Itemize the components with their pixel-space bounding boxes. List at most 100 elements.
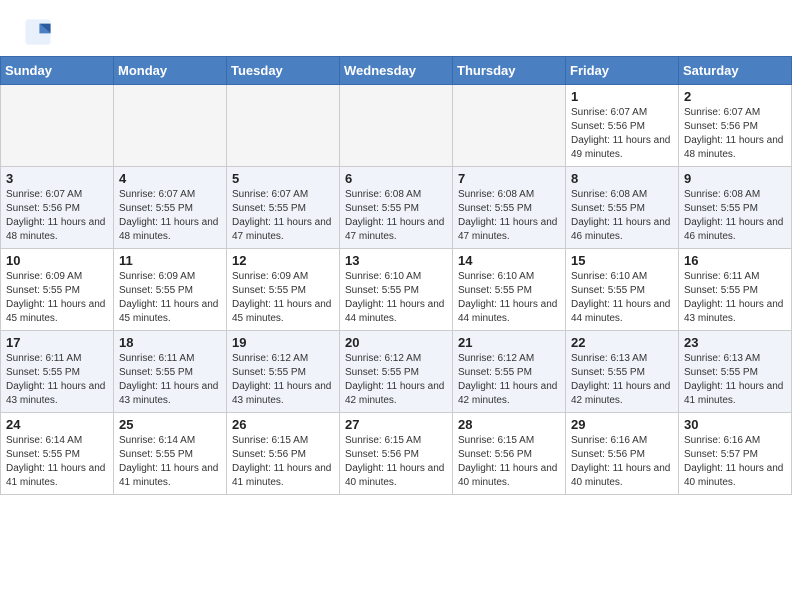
day-info: Sunrise: 6:15 AM Sunset: 5:56 PM Dayligh…	[232, 434, 334, 490]
day-info: Sunrise: 6:07 AM Sunset: 5:56 PM Dayligh…	[571, 106, 673, 162]
day-number: 19	[232, 335, 334, 350]
day-number: 14	[458, 253, 560, 268]
day-info: Sunrise: 6:11 AM Sunset: 5:55 PM Dayligh…	[6, 352, 108, 408]
calendar-cell: 27Sunrise: 6:15 AM Sunset: 5:56 PM Dayli…	[340, 413, 453, 495]
calendar-body: 1Sunrise: 6:07 AM Sunset: 5:56 PM Daylig…	[1, 85, 792, 495]
weekday-saturday: Saturday	[679, 57, 792, 85]
calendar-cell: 16 Sunrise: 6:11 AM Sunset: 5:55 PM Dayli…	[679, 249, 792, 331]
calendar-cell: 11 Sunrise: 6:09 AM Sunset: 5:55 PM Dayli…	[114, 249, 227, 331]
calendar-week-1: 1Sunrise: 6:07 AM Sunset: 5:56 PM Daylig…	[1, 85, 792, 167]
weekday-friday: Friday	[566, 57, 679, 85]
day-number: 24	[6, 417, 108, 432]
calendar-cell: 13 Sunrise: 6:10 AM Sunset: 5:55 PM Dayli…	[340, 249, 453, 331]
day-info: Sunrise: 6:09 AM Sunset: 5:55 PM Dayligh…	[232, 270, 334, 326]
calendar-cell: 15 Sunrise: 6:10 AM Sunset: 5:55 PM Dayli…	[566, 249, 679, 331]
calendar-cell: 21 Sunrise: 6:12 AM Sunset: 5:55 PM Dayli…	[453, 331, 566, 413]
day-number: 16	[684, 253, 786, 268]
day-number: 9	[684, 171, 786, 186]
day-info: Sunrise: 6:11 AM Sunset: 5:55 PM Dayligh…	[119, 352, 221, 408]
day-info: Sunrise: 6:12 AM Sunset: 5:55 PM Dayligh…	[232, 352, 334, 408]
calendar-cell: 6Sunrise: 6:08 AM Sunset: 5:55 PM Daylig…	[340, 167, 453, 249]
day-number: 3	[6, 171, 108, 186]
calendar-table: SundayMondayTuesdayWednesdayThursdayFrid…	[0, 56, 792, 495]
day-info: Sunrise: 6:14 AM Sunset: 5:55 PM Dayligh…	[119, 434, 221, 490]
calendar-cell: 2 Sunrise: 6:07 AM Sunset: 5:56 PM Daylig…	[679, 85, 792, 167]
day-number: 25	[119, 417, 221, 432]
calendar-cell: 26 Sunrise: 6:15 AM Sunset: 5:56 PM Dayli…	[227, 413, 340, 495]
calendar-cell: 1Sunrise: 6:07 AM Sunset: 5:56 PM Daylig…	[566, 85, 679, 167]
weekday-wednesday: Wednesday	[340, 57, 453, 85]
day-info: Sunrise: 6:08 AM Sunset: 5:55 PM Dayligh…	[345, 188, 447, 244]
weekday-header-row: SundayMondayTuesdayWednesdayThursdayFrid…	[1, 57, 792, 85]
day-info: Sunrise: 6:10 AM Sunset: 5:55 PM Dayligh…	[345, 270, 447, 326]
calendar-cell: 19 Sunrise: 6:12 AM Sunset: 5:55 PM Dayli…	[227, 331, 340, 413]
calendar-cell: 7 Sunrise: 6:08 AM Sunset: 5:55 PM Daylig…	[453, 167, 566, 249]
day-info: Sunrise: 6:13 AM Sunset: 5:55 PM Dayligh…	[571, 352, 673, 408]
logo	[24, 18, 56, 46]
day-info: Sunrise: 6:08 AM Sunset: 5:55 PM Dayligh…	[458, 188, 560, 244]
day-number: 18	[119, 335, 221, 350]
calendar-cell: 4 Sunrise: 6:07 AM Sunset: 5:55 PM Daylig…	[114, 167, 227, 249]
day-number: 4	[119, 171, 221, 186]
calendar-cell: 25 Sunrise: 6:14 AM Sunset: 5:55 PM Dayli…	[114, 413, 227, 495]
calendar-cell: 10 Sunrise: 6:09 AM Sunset: 5:55 PM Dayli…	[1, 249, 114, 331]
calendar-cell: 28 Sunrise: 6:15 AM Sunset: 5:56 PM Dayli…	[453, 413, 566, 495]
day-number: 12	[232, 253, 334, 268]
day-number: 30	[684, 417, 786, 432]
calendar-cell: 29 Sunrise: 6:16 AM Sunset: 5:56 PM Dayli…	[566, 413, 679, 495]
day-info: Sunrise: 6:09 AM Sunset: 5:55 PM Dayligh…	[6, 270, 108, 326]
calendar-cell: 9 Sunrise: 6:08 AM Sunset: 5:55 PM Daylig…	[679, 167, 792, 249]
day-info: Sunrise: 6:10 AM Sunset: 5:55 PM Dayligh…	[571, 270, 673, 326]
calendar-cell: 12 Sunrise: 6:09 AM Sunset: 5:55 PM Dayli…	[227, 249, 340, 331]
calendar-cell	[227, 85, 340, 167]
day-info: Sunrise: 6:09 AM Sunset: 5:55 PM Dayligh…	[119, 270, 221, 326]
calendar-cell: 30 Sunrise: 6:16 AM Sunset: 5:57 PM Dayli…	[679, 413, 792, 495]
calendar-cell: 22 Sunrise: 6:13 AM Sunset: 5:55 PM Dayli…	[566, 331, 679, 413]
day-info: Sunrise: 6:11 AM Sunset: 5:55 PM Dayligh…	[684, 270, 786, 326]
calendar-cell: 23 Sunrise: 6:13 AM Sunset: 5:55 PM Dayli…	[679, 331, 792, 413]
calendar-week-3: 10 Sunrise: 6:09 AM Sunset: 5:55 PM Dayli…	[1, 249, 792, 331]
calendar-cell	[453, 85, 566, 167]
day-info: Sunrise: 6:13 AM Sunset: 5:55 PM Dayligh…	[684, 352, 786, 408]
day-info: Sunrise: 6:07 AM Sunset: 5:56 PM Dayligh…	[6, 188, 108, 244]
weekday-sunday: Sunday	[1, 57, 114, 85]
day-number: 22	[571, 335, 673, 350]
logo-icon	[24, 18, 52, 46]
day-info: Sunrise: 6:16 AM Sunset: 5:57 PM Dayligh…	[684, 434, 786, 490]
day-number: 11	[119, 253, 221, 268]
day-number: 20	[345, 335, 447, 350]
day-number: 8	[571, 171, 673, 186]
day-number: 21	[458, 335, 560, 350]
day-info: Sunrise: 6:15 AM Sunset: 5:56 PM Dayligh…	[458, 434, 560, 490]
day-number: 13	[345, 253, 447, 268]
calendar-cell: 8 Sunrise: 6:08 AM Sunset: 5:55 PM Daylig…	[566, 167, 679, 249]
calendar-cell	[1, 85, 114, 167]
day-number: 7	[458, 171, 560, 186]
day-number: 2	[684, 89, 786, 104]
calendar-cell: 24 Sunrise: 6:14 AM Sunset: 5:55 PM Dayli…	[1, 413, 114, 495]
calendar-cell: 14Sunrise: 6:10 AM Sunset: 5:55 PM Dayli…	[453, 249, 566, 331]
day-info: Sunrise: 6:16 AM Sunset: 5:56 PM Dayligh…	[571, 434, 673, 490]
day-info: Sunrise: 6:07 AM Sunset: 5:55 PM Dayligh…	[232, 188, 334, 244]
calendar-cell: 18 Sunrise: 6:11 AM Sunset: 5:55 PM Dayli…	[114, 331, 227, 413]
day-number: 15	[571, 253, 673, 268]
day-number: 26	[232, 417, 334, 432]
calendar-cell	[340, 85, 453, 167]
weekday-monday: Monday	[114, 57, 227, 85]
calendar-cell: 3 Sunrise: 6:07 AM Sunset: 5:56 PM Daylig…	[1, 167, 114, 249]
day-number: 27	[345, 417, 447, 432]
day-number: 23	[684, 335, 786, 350]
day-info: Sunrise: 6:07 AM Sunset: 5:55 PM Dayligh…	[119, 188, 221, 244]
day-number: 10	[6, 253, 108, 268]
weekday-tuesday: Tuesday	[227, 57, 340, 85]
day-number: 17	[6, 335, 108, 350]
day-info: Sunrise: 6:14 AM Sunset: 5:55 PM Dayligh…	[6, 434, 108, 490]
calendar-cell	[114, 85, 227, 167]
day-info: Sunrise: 6:08 AM Sunset: 5:55 PM Dayligh…	[684, 188, 786, 244]
day-number: 29	[571, 417, 673, 432]
calendar-cell: 20Sunrise: 6:12 AM Sunset: 5:55 PM Dayli…	[340, 331, 453, 413]
day-info: Sunrise: 6:07 AM Sunset: 5:56 PM Dayligh…	[684, 106, 786, 162]
day-number: 28	[458, 417, 560, 432]
day-info: Sunrise: 6:12 AM Sunset: 5:55 PM Dayligh…	[458, 352, 560, 408]
day-info: Sunrise: 6:08 AM Sunset: 5:55 PM Dayligh…	[571, 188, 673, 244]
